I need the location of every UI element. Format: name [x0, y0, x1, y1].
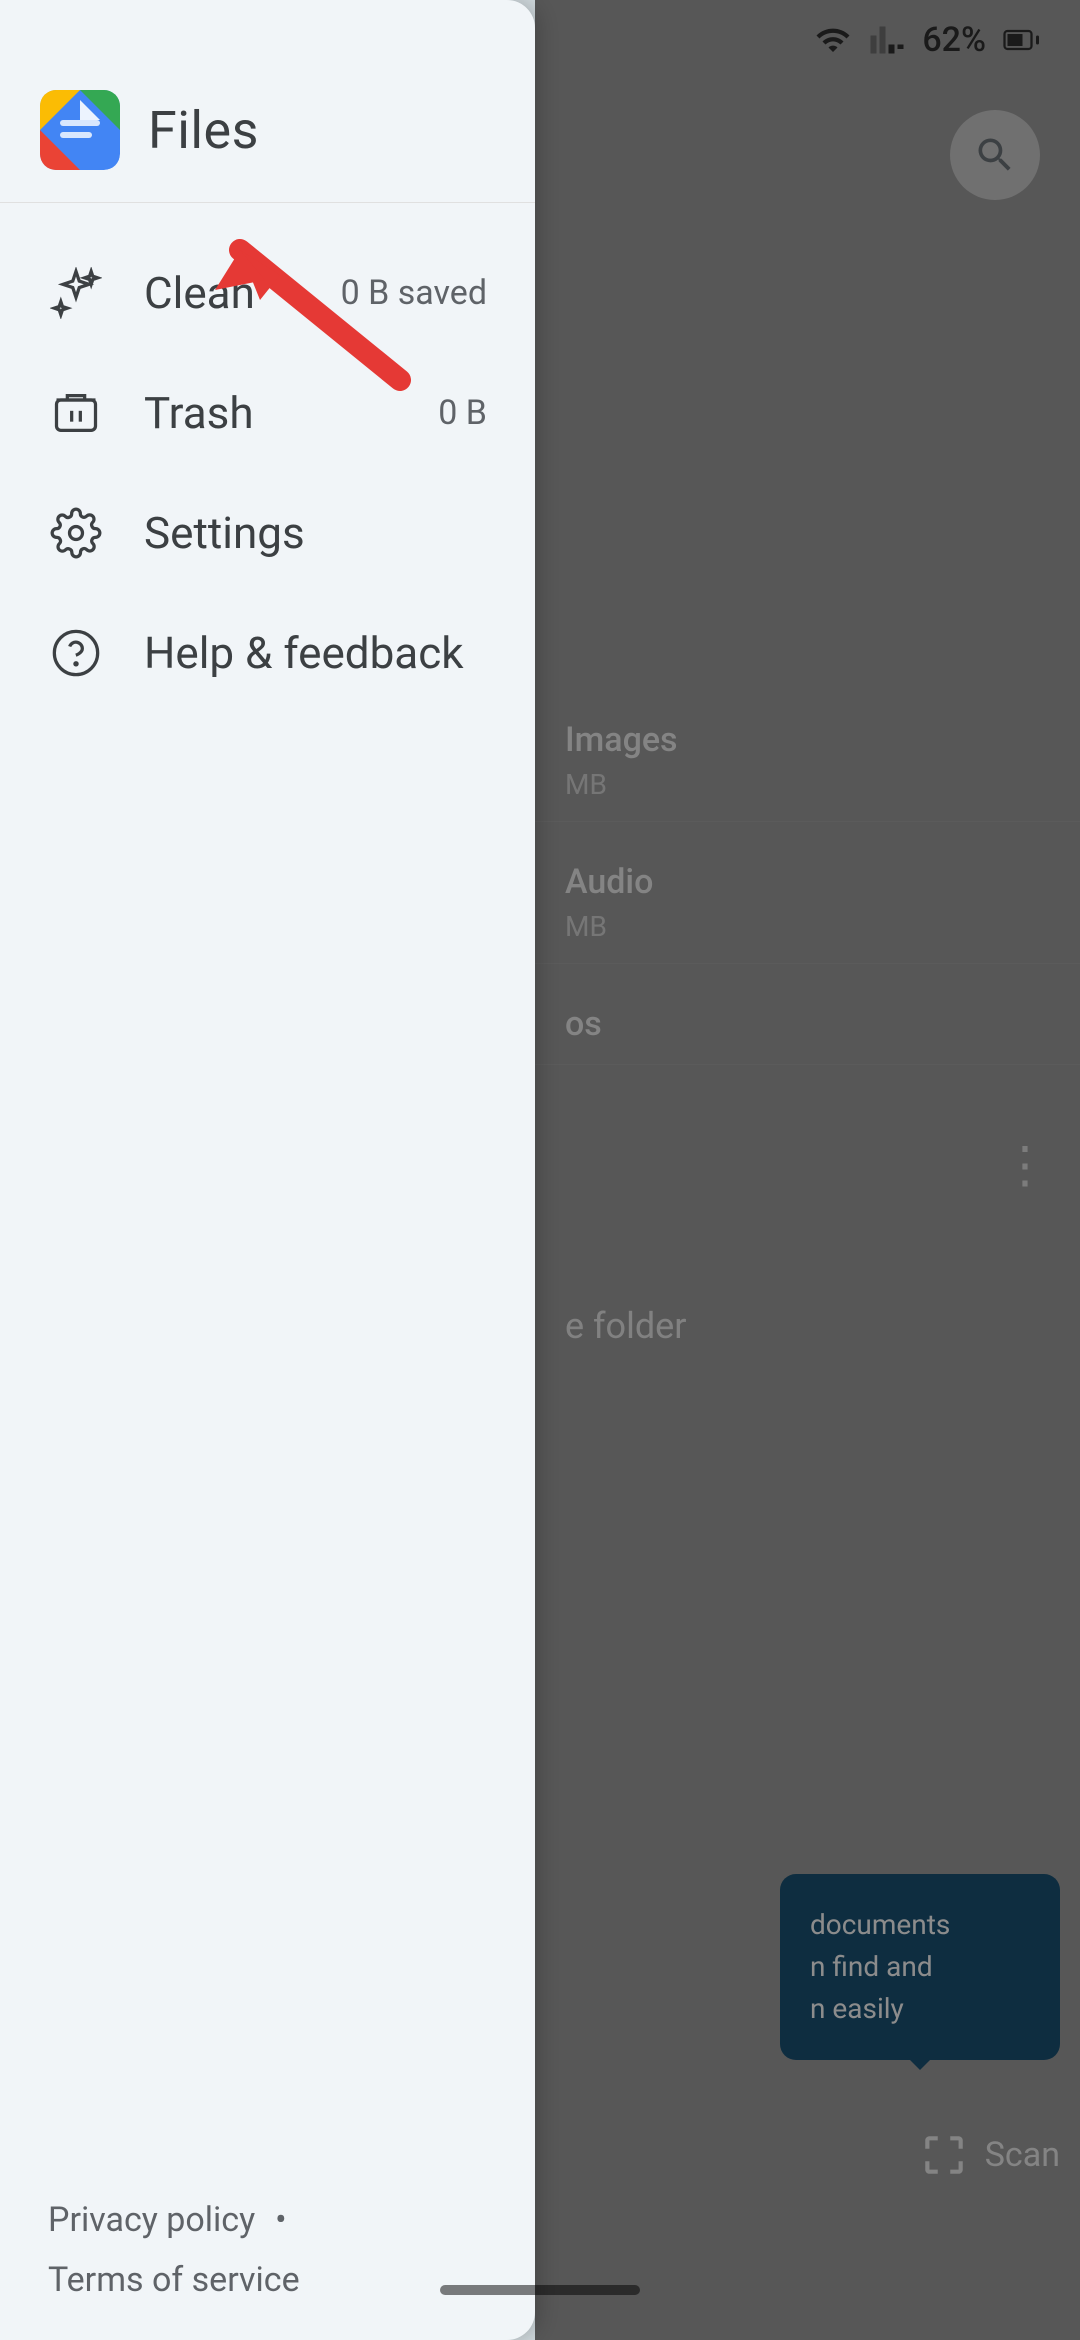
help-label: Help & feedback: [144, 627, 487, 679]
search-button[interactable]: [950, 110, 1040, 200]
trash-badge: 0 B: [438, 393, 487, 433]
settings-label: Settings: [144, 507, 487, 559]
divider-top: [0, 202, 535, 203]
app-title: Files: [148, 100, 259, 161]
app-logo: [40, 90, 120, 170]
drawer-menu: Clean 0 B saved Trash 0 B: [0, 213, 535, 2160]
battery-icon: [1002, 21, 1040, 59]
drawer-item-settings[interactable]: Settings: [0, 473, 535, 593]
trash-icon: [48, 385, 104, 441]
battery-percentage: 62%: [922, 20, 986, 60]
sparkle-icon: [48, 265, 104, 321]
drawer-item-clean[interactable]: Clean 0 B saved: [0, 233, 535, 353]
help-icon: [48, 625, 104, 681]
scrim-overlay[interactable]: [535, 0, 1080, 2340]
nav-pill: [440, 2285, 640, 2295]
settings-icon: [48, 505, 104, 561]
drawer-header: Files: [0, 0, 535, 202]
signal-icon: [868, 21, 906, 59]
drawer-item-help[interactable]: Help & feedback: [0, 593, 535, 713]
nav-bar: [0, 2240, 1080, 2340]
footer-separator: •: [275, 2200, 286, 2240]
status-bar-right: 62%: [814, 20, 1040, 60]
clean-label: Clean: [144, 267, 301, 319]
navigation-drawer: Files Clean 0 B saved: [0, 0, 535, 2340]
wifi-icon: [814, 21, 852, 59]
trash-label: Trash: [144, 387, 398, 439]
clean-badge: 0 B saved: [341, 273, 487, 313]
drawer-item-trash[interactable]: Trash 0 B: [0, 353, 535, 473]
privacy-policy-link[interactable]: Privacy policy: [48, 2200, 255, 2240]
